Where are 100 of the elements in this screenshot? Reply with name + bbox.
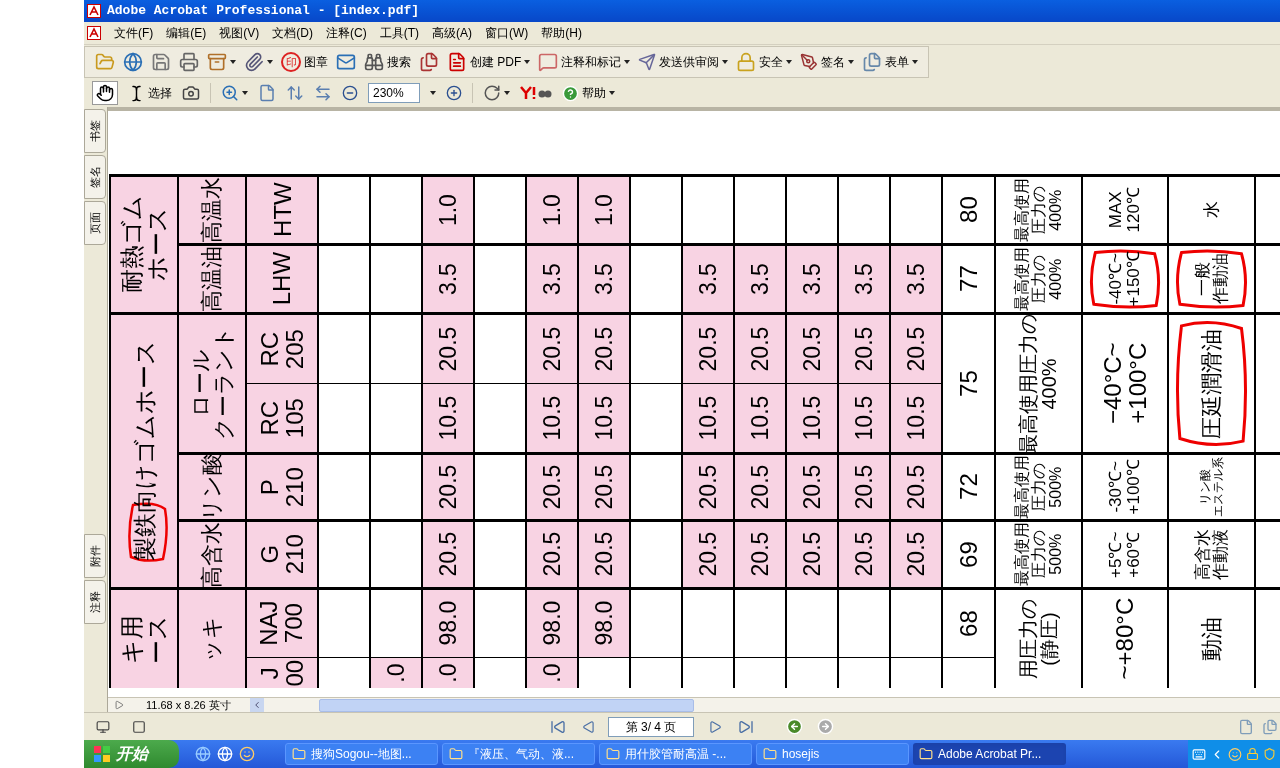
taskbar-button[interactable]: hosejis: [756, 743, 909, 765]
scroll-thumb[interactable]: [319, 698, 694, 712]
globe-icon[interactable]: [217, 746, 233, 762]
cell-text: 3.5: [747, 263, 773, 295]
menu-item[interactable]: 注释(C): [326, 24, 367, 42]
cell-text: 20.5: [747, 532, 773, 577]
next-page-icon[interactable]: [708, 719, 722, 734]
menu-item[interactable]: 文件(F): [114, 24, 154, 42]
fit-width-icon[interactable]: [314, 84, 332, 102]
forward-icon[interactable]: [817, 718, 834, 735]
cell-text: ロール: [188, 349, 212, 418]
zoom-in-button[interactable]: [221, 84, 248, 102]
padlock-icon[interactable]: [1245, 747, 1259, 761]
zoom-in-icon[interactable]: [446, 85, 462, 101]
toolbar-button[interactable]: 创建 PDF: [447, 52, 531, 72]
toolbar-button[interactable]: [244, 52, 273, 72]
start-button[interactable]: 开始: [84, 740, 179, 768]
panel-tab[interactable]: 页面: [84, 201, 106, 245]
caret-icon: [430, 91, 436, 95]
zoom-out-icon[interactable]: [342, 85, 358, 101]
toolbar-button[interactable]: 表单: [862, 52, 919, 72]
panel-tab[interactable]: 签名: [84, 155, 106, 199]
keyboard-icon[interactable]: [1192, 746, 1206, 762]
pdf-logo-icon: [87, 26, 101, 40]
rotate-button[interactable]: [483, 84, 510, 102]
toolbar-button[interactable]: 注释和标记: [538, 52, 631, 72]
panel-tab[interactable]: 附件: [84, 534, 106, 578]
hand-tool-button[interactable]: [92, 81, 118, 105]
yahoo-search-icon[interactable]: [520, 86, 552, 100]
taskbar-button[interactable]: Adobe Acrobat Pr...: [913, 743, 1066, 765]
cell-text: 77: [955, 265, 982, 293]
zoom-field[interactable]: 230%: [368, 83, 420, 103]
caret-icon: [524, 60, 531, 64]
help-button[interactable]: 帮助: [562, 84, 615, 102]
cell-text: 一般: [1193, 262, 1212, 296]
cell-text: 20.5: [591, 464, 617, 510]
globe-icon: [123, 52, 143, 72]
cell-text: +60℃: [1125, 531, 1143, 578]
toolbar-button[interactable]: 签名: [800, 53, 855, 71]
cell-text: 作動油: [1211, 253, 1230, 305]
menu-item[interactable]: 视图(V): [219, 24, 260, 42]
taskbar-button[interactable]: 搜狗Sogou--地图...: [285, 743, 438, 765]
continuous-page-icon[interactable]: [1262, 718, 1278, 735]
cell-text: 3.5: [695, 263, 721, 295]
toolbar-button[interactable]: 搜索: [364, 52, 411, 72]
scroll-left-button[interactable]: [250, 698, 264, 712]
toolbar-button[interactable]: [151, 52, 171, 72]
toolbar-button[interactable]: 印 图章: [281, 52, 328, 72]
camera-icon[interactable]: [182, 84, 200, 102]
button-label: 签名: [821, 54, 846, 71]
monitor-icon[interactable]: [96, 719, 110, 734]
single-page-icon[interactable]: [1238, 718, 1254, 735]
panel-tab[interactable]: 书签: [84, 109, 106, 153]
back-icon[interactable]: [786, 718, 803, 735]
toolbar-button[interactable]: [419, 52, 439, 72]
page-icon[interactable]: [258, 84, 276, 102]
pdf-logo-icon: [87, 4, 101, 18]
cell-text: 耐熱ゴム: [118, 195, 144, 294]
toolbar-button[interactable]: [123, 52, 143, 72]
browser-icon[interactable]: [195, 746, 211, 762]
cell-text: 10.5: [851, 395, 877, 441]
cell-text: 高含水: [200, 521, 224, 588]
last-page-icon[interactable]: [738, 718, 754, 735]
cell-text: 00: [282, 659, 308, 687]
previous-page-icon[interactable]: [582, 719, 596, 734]
table-cell: [1256, 522, 1280, 587]
taskbar-button[interactable]: 『液压、气动、液...: [442, 743, 595, 765]
cell-text: 20.5: [695, 464, 721, 510]
first-page-icon[interactable]: [550, 718, 566, 735]
menu-item[interactable]: 工具(T): [379, 24, 419, 42]
toolbar-button[interactable]: [336, 52, 356, 72]
table-cell: [1256, 177, 1280, 243]
cell-text: 98.0: [435, 601, 461, 646]
toolbar-button[interactable]: [207, 52, 236, 72]
menu-item[interactable]: 高级(A): [432, 24, 472, 42]
menu-item[interactable]: 帮助(H): [541, 24, 582, 42]
panel-tab[interactable]: 注释: [84, 580, 106, 624]
smiley-icon[interactable]: [1227, 746, 1242, 762]
cell-text: 210: [282, 534, 308, 575]
cell-text: P: [256, 479, 282, 495]
menu-item[interactable]: 窗口(W): [485, 24, 529, 42]
rotate-icon: [483, 84, 501, 102]
splitter-icon[interactable]: [114, 700, 124, 710]
toolbar-button[interactable]: 安全: [736, 52, 793, 72]
taskbar-button[interactable]: 用什胶管耐高温 -...: [599, 743, 752, 765]
cell-text: LHW: [269, 252, 295, 306]
toolbar-button[interactable]: [179, 52, 199, 72]
cell-text: 3.5: [799, 263, 825, 295]
menu-item[interactable]: 编辑(E): [166, 24, 207, 42]
menu-item[interactable]: 文档(D): [272, 24, 313, 42]
page-field[interactable]: 第 3/ 4 页: [608, 716, 694, 737]
smiley-icon[interactable]: [239, 746, 255, 762]
cell-text: 1.0: [435, 194, 461, 226]
caret-icon: [267, 60, 273, 64]
shield-icon[interactable]: [1262, 747, 1276, 761]
select-tool-button[interactable]: 选择: [128, 84, 172, 102]
cell-text: MAX: [1107, 191, 1125, 229]
cell-text: 205: [282, 329, 308, 369]
toolbar-button[interactable]: 发送供审阅: [638, 53, 729, 71]
fit-height-icon[interactable]: [286, 84, 304, 102]
